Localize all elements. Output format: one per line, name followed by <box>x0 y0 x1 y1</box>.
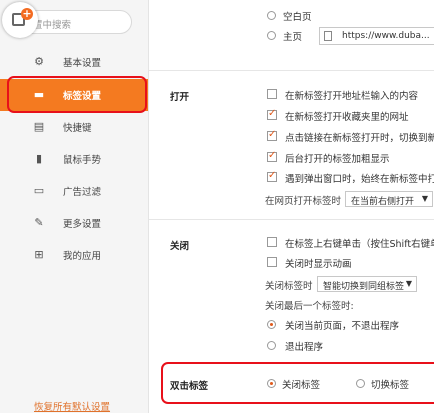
last-tab-keep-label: 关闭当前页面，不退出程序 <box>285 321 400 332</box>
double-click-switch-label: 切换标签 <box>371 380 410 391</box>
open-option-checkbox[interactable] <box>267 150 277 162</box>
last-tab-keep-radio[interactable] <box>267 320 276 329</box>
sidebar: 置中搜索 ⚙ 基本设置 ▬ 标签设置 ▤ 快捷键 ▮ 鼠标手势 ▭ 广告过滤 ✎… <box>0 0 149 413</box>
open-position-select[interactable]: 在当前右侧打开 ▼ <box>345 191 433 207</box>
open-option-checkbox[interactable] <box>267 89 277 99</box>
open-option-checkbox[interactable] <box>267 108 277 120</box>
blank-page-label: 空白页 <box>283 12 312 23</box>
open-option-label: 点击链接在新标签打开时，切换到新标 <box>285 133 434 144</box>
open-option-label: 后台打开的标签加粗显示 <box>285 154 390 165</box>
open-option-checkbox[interactable] <box>267 129 277 141</box>
close-section-title: 关闭 <box>170 241 190 252</box>
double-click-switch-radio[interactable] <box>356 379 365 388</box>
open-option-label: 遇到弹出窗口时，始终在新标签中打开 <box>285 174 434 185</box>
gear-icon: ⚙ <box>34 55 44 68</box>
open-option-checkbox[interactable] <box>267 170 277 182</box>
sidebar-item-mouse-gestures[interactable]: ▮ 鼠标手势 <box>0 143 148 175</box>
open-option-label: 在新标签打开收藏夹里的网址 <box>285 112 409 123</box>
sidebar-item-shortcuts[interactable]: ▤ 快捷键 <box>0 111 148 143</box>
home-page-label: 主页 <box>283 32 303 43</box>
home-url-input[interactable]: https://www.duba... <box>319 27 434 45</box>
double-click-close-radio[interactable] <box>267 379 276 388</box>
last-tab-exit-radio[interactable] <box>267 341 276 350</box>
sidebar-item-label: 广告过滤 <box>63 187 102 198</box>
page-icon <box>324 31 332 41</box>
double-click-section-title: 双击标签 <box>170 381 209 392</box>
sidebar-item-label: 更多设置 <box>63 219 102 230</box>
sidebar-item-more-settings[interactable]: ✎ 更多设置 <box>0 207 148 239</box>
wrench-icon: ✎ <box>34 216 44 229</box>
restore-defaults-link[interactable]: 恢复所有默认设置 <box>34 399 110 413</box>
tab-icon: ▬ <box>33 88 45 101</box>
open-position-label: 在网页打开标签时 <box>265 196 342 207</box>
open-position-value: 在当前右侧打开 <box>351 197 415 207</box>
sidebar-item-label: 我的应用 <box>63 251 102 262</box>
double-click-close-label: 关闭标签 <box>282 380 321 391</box>
divider <box>149 219 434 220</box>
chevron-down-icon: ▼ <box>421 194 428 203</box>
sidebar-item-my-apps[interactable]: ⊞ 我的应用 <box>0 239 148 271</box>
open-option-label: 在新标签打开地址栏输入的内容 <box>285 91 419 102</box>
sidebar-nav: ⚙ 基本设置 ▬ 标签设置 ▤ 快捷键 ▮ 鼠标手势 ▭ 广告过滤 ✎ 更多设置… <box>0 46 148 271</box>
blank-page-radio[interactable] <box>267 11 276 20</box>
divider <box>149 70 434 71</box>
mouse-icon: ▮ <box>35 152 43 165</box>
home-url-value: https://www.duba... <box>342 31 430 41</box>
search-placeholder: 置中搜索 <box>33 20 72 31</box>
filter-icon: ▭ <box>33 184 45 197</box>
open-section-title: 打开 <box>170 92 190 103</box>
last-tab-label: 关闭最后一个标签时: <box>265 301 354 312</box>
keyboard-icon: ▤ <box>33 120 45 133</box>
sidebar-item-ad-filter[interactable]: ▭ 广告过滤 <box>0 175 148 207</box>
close-tab-value: 智能切换到同组标签 <box>323 282 405 292</box>
sidebar-item-label: 标签设置 <box>63 91 102 102</box>
sidebar-item-label: 基本设置 <box>63 58 102 69</box>
close-option-checkbox[interactable] <box>267 237 277 247</box>
last-tab-exit-label: 退出程序 <box>285 342 324 353</box>
close-tab-label: 关闭标签时 <box>265 281 313 292</box>
close-tab-select[interactable]: 智能切换到同组标签 ▼ <box>317 276 417 292</box>
sidebar-item-basic-settings[interactable]: ⚙ 基本设置 <box>0 46 148 78</box>
settings-panel: 空白页 主页 https://www.duba... 打开 在新标签打开地址栏输… <box>149 0 434 413</box>
sidebar-item-label: 鼠标手势 <box>63 155 102 166</box>
close-option-label: 关闭时显示动画 <box>285 259 352 270</box>
apps-icon: ⊞ <box>34 248 44 261</box>
app-logo-icon: + <box>2 2 38 38</box>
sidebar-item-label: 快捷键 <box>63 123 92 134</box>
sidebar-item-tab-settings[interactable]: ▬ 标签设置 <box>0 79 148 111</box>
chevron-down-icon: ▼ <box>405 279 412 288</box>
close-option-label: 在标签上右键单击（按住Shift右键单击 <box>285 239 434 250</box>
close-option-checkbox[interactable] <box>267 257 277 267</box>
home-page-radio[interactable] <box>267 31 276 40</box>
